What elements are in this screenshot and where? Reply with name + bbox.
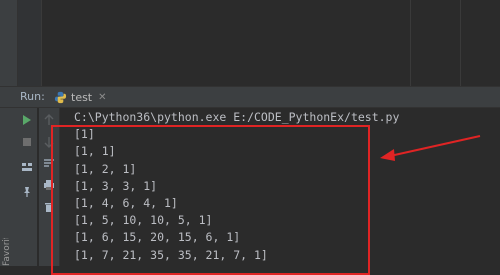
run-panel-title: Run: bbox=[20, 90, 45, 103]
left-tool-strip bbox=[0, 0, 18, 266]
run-panel-header: Run: test ✕ bbox=[0, 87, 500, 108]
annotation-rectangle bbox=[51, 125, 370, 275]
right-margin-guide-2 bbox=[460, 0, 461, 86]
python-icon bbox=[54, 91, 67, 103]
annotation-arrow bbox=[380, 135, 481, 161]
right-margin-guide bbox=[410, 0, 411, 86]
run-tab-test[interactable]: test ✕ bbox=[54, 88, 107, 106]
stop-icon[interactable] bbox=[20, 135, 34, 149]
editor-area bbox=[0, 0, 500, 86]
layout-icon[interactable] bbox=[20, 160, 34, 174]
pin-icon[interactable] bbox=[20, 185, 34, 199]
rerun-icon[interactable] bbox=[20, 113, 34, 127]
favorites-side-tab[interactable]: Favorites bbox=[2, 238, 14, 266]
close-icon[interactable]: ✕ bbox=[98, 92, 106, 103]
editor-gutter bbox=[17, 0, 41, 86]
run-toolbar-primary bbox=[17, 108, 37, 266]
run-tab-label: test bbox=[71, 90, 93, 104]
console-line: C:\Python36\python.exe E:/CODE_PythonEx/… bbox=[74, 110, 400, 124]
gutter-divider bbox=[41, 0, 42, 86]
